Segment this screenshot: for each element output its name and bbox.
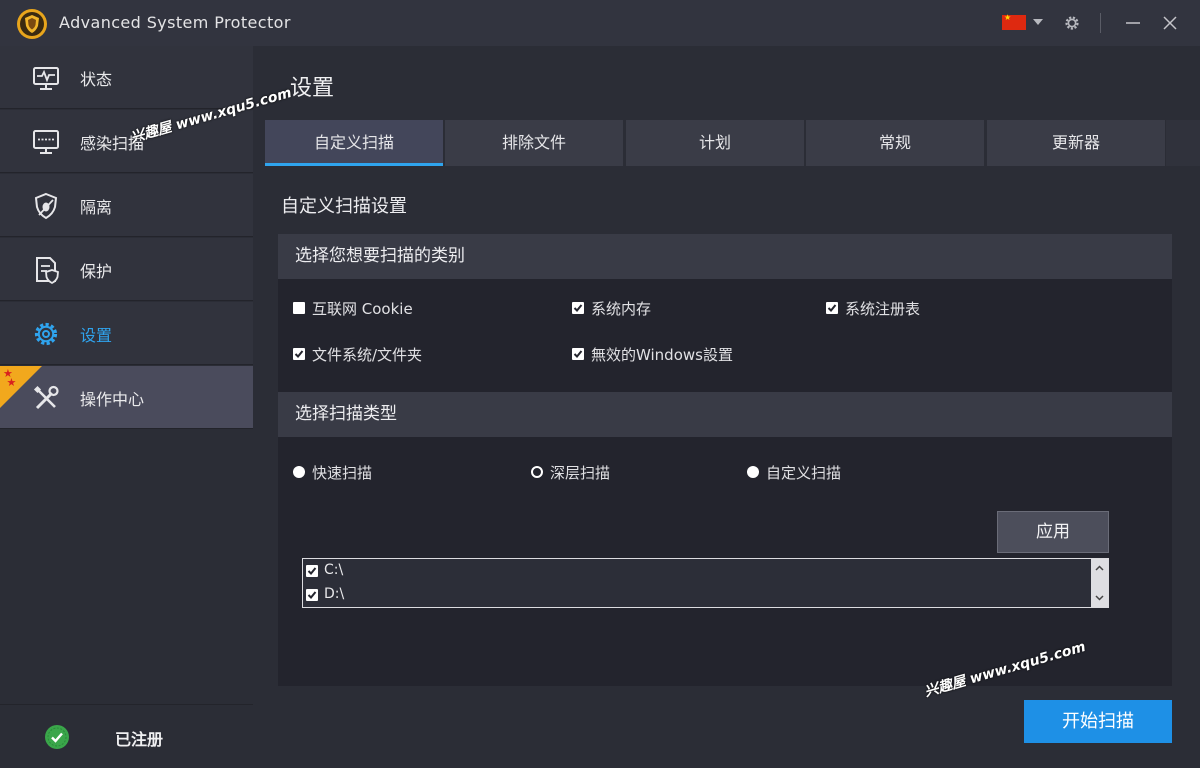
- sidebar-item-action-center[interactable]: ★ ★ 操作中心: [0, 366, 253, 429]
- drive-label: C:\: [324, 562, 344, 578]
- tools-icon: [33, 385, 59, 410]
- titlebar-divider: [1100, 13, 1101, 33]
- checkbox-unchecked-icon: [293, 302, 305, 314]
- radio-label: 自定义扫描: [766, 464, 842, 482]
- sidebar-item-label: 保护: [80, 262, 113, 281]
- checkbox-label: 系统注册表: [845, 300, 921, 318]
- minimize-icon[interactable]: [1123, 13, 1143, 33]
- new-badge-stars-icon: ★ ★: [3, 367, 17, 389]
- checkbox-checked-icon: [572, 302, 584, 314]
- scroll-up-arrow-icon[interactable]: [1095, 564, 1104, 573]
- sidebar-item-label: 状态: [80, 70, 113, 89]
- app-title: Advanced System Protector: [59, 13, 291, 32]
- checkbox-label: 互联网 Cookie: [312, 300, 413, 318]
- sidebar-item-status[interactable]: 状态: [0, 46, 253, 109]
- section-title: 自定义扫描设置: [281, 196, 407, 217]
- apply-button[interactable]: 应用: [997, 511, 1109, 553]
- scroll-down-arrow-icon[interactable]: [1095, 593, 1104, 602]
- gear-icon: [34, 322, 58, 346]
- tab-custom-scan[interactable]: 自定义扫描: [265, 120, 443, 166]
- sidebar-item-label: 操作中心: [80, 390, 145, 409]
- sidebar-item-quarantine[interactable]: 隔离: [0, 174, 253, 237]
- tab-general[interactable]: 常规: [806, 120, 984, 166]
- radio-unselected-icon: [293, 466, 305, 478]
- drive-list-scrollbar[interactable]: [1091, 559, 1108, 607]
- radio-selected-icon: [531, 466, 543, 478]
- sidebar: 状态 感染扫描 隔离 保护 设置 ★ ★ 操作中心 已注册: [0, 46, 253, 768]
- settings-gear-icon[interactable]: [1062, 13, 1082, 33]
- tab-strip-filler: [1166, 120, 1200, 166]
- sidebar-item-settings[interactable]: 设置: [0, 302, 253, 365]
- sidebar-item-label: 隔离: [80, 198, 113, 217]
- tab-exclude-files[interactable]: 排除文件: [445, 120, 623, 166]
- document-shield-icon: [36, 257, 59, 285]
- checkbox-checked-icon: [306, 565, 318, 577]
- close-icon[interactable]: [1160, 13, 1180, 33]
- registration-status: 已注册: [0, 704, 253, 768]
- registered-label: 已注册: [115, 730, 164, 749]
- language-dropdown-caret-icon[interactable]: [1033, 19, 1043, 25]
- sidebar-item-protection[interactable]: 保护: [0, 238, 253, 301]
- scan-type-header: 选择扫描类型: [278, 392, 1172, 437]
- radio-label: 深层扫描: [550, 464, 611, 482]
- tab-updater[interactable]: 更新器: [987, 120, 1165, 166]
- language-flag-icon[interactable]: ★: [1002, 14, 1026, 30]
- shield-bug-icon: [34, 192, 58, 220]
- categories-header: 选择您想要扫描的类别: [278, 234, 1172, 279]
- tab-schedule[interactable]: 计划: [626, 120, 804, 166]
- drive-list[interactable]: C:\ D:\: [302, 558, 1109, 608]
- start-scan-button[interactable]: 开始扫描: [1024, 700, 1172, 743]
- radio-unselected-icon: [747, 466, 759, 478]
- checkbox-checked-icon: [572, 348, 584, 360]
- checkbox-label: 文件系统/文件夹: [312, 346, 423, 364]
- checkbox-checked-icon: [293, 348, 305, 360]
- custom-scan-panel: 选择您想要扫描的类别 互联网 Cookie 系统内存 系统注册表 文件系统/文件…: [278, 234, 1172, 686]
- checkbox-label: 系统内存: [591, 300, 652, 318]
- page-title: 设置: [290, 76, 335, 101]
- title-bar: Advanced System Protector ★: [0, 0, 1200, 46]
- sidebar-item-label: 设置: [80, 326, 113, 345]
- checkbox-checked-icon: [306, 589, 318, 601]
- checkbox-checked-icon: [826, 302, 838, 314]
- check-badge-icon: [45, 725, 69, 749]
- radio-label: 快速扫描: [312, 464, 373, 482]
- monitor-pulse-icon: [33, 67, 59, 90]
- settings-tabs: 自定义扫描 排除文件 计划 常规 更新器: [265, 120, 1168, 166]
- app-shield-logo-icon: [17, 9, 47, 39]
- scan-monitor-icon: [33, 130, 59, 154]
- checkbox-label: 無效的Windows設置: [591, 346, 733, 364]
- drive-label: D:\: [324, 586, 345, 602]
